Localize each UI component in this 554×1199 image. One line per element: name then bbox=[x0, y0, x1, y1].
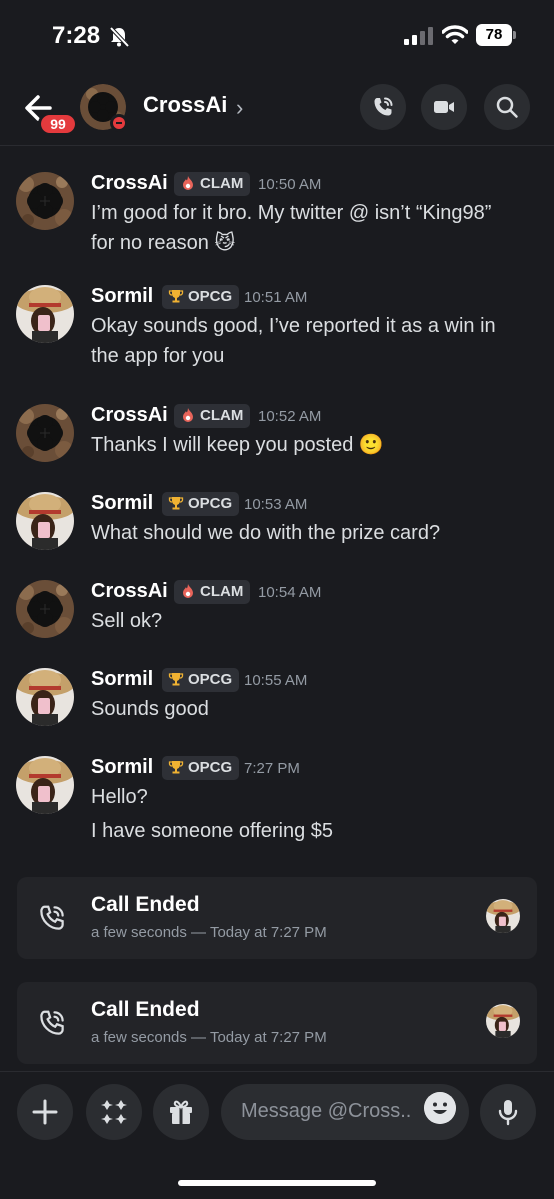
guild-tag-label: OPCG bbox=[188, 495, 233, 512]
author-avatar[interactable] bbox=[16, 404, 74, 462]
author-name[interactable]: Sormil bbox=[91, 668, 153, 691]
phone-call-icon bbox=[40, 905, 64, 930]
message-text: the app for you bbox=[91, 345, 225, 367]
author-avatar[interactable] bbox=[16, 580, 74, 638]
author-name[interactable]: Sormil bbox=[91, 756, 153, 779]
channel-title[interactable]: CrossAi bbox=[143, 92, 227, 118]
microphone-icon bbox=[498, 1100, 518, 1126]
voice-call-button[interactable] bbox=[360, 84, 406, 130]
flame-icon bbox=[183, 176, 193, 190]
message-text: I’m good for it bro. My twitter @ isn’t … bbox=[91, 202, 492, 224]
guild-tag-label: CLAM bbox=[200, 583, 244, 600]
author-name[interactable]: Sormil bbox=[91, 285, 153, 308]
plus-icon bbox=[32, 1099, 58, 1125]
call-title: Call Ended bbox=[91, 998, 200, 1021]
gift-button[interactable] bbox=[153, 1084, 209, 1140]
guild-tag[interactable]: OPCG bbox=[162, 668, 240, 692]
video-icon bbox=[434, 101, 454, 113]
apps-button[interactable] bbox=[86, 1084, 142, 1140]
message-timestamp: 7:27 PM bbox=[244, 760, 300, 777]
author-name[interactable]: CrossAi bbox=[91, 404, 168, 427]
call-ended-card[interactable]: Call Ended a few seconds — Today at 7:27… bbox=[17, 982, 537, 1064]
message-text: Thanks I will keep you posted 🙂 bbox=[91, 434, 384, 456]
search-icon bbox=[496, 96, 518, 118]
participant-avatar bbox=[486, 1004, 520, 1038]
message-text: for no reason 😼 bbox=[91, 232, 236, 254]
flame-icon bbox=[183, 584, 193, 598]
apps-icon bbox=[101, 1100, 127, 1124]
bell-slash-icon bbox=[109, 26, 130, 48]
status-time: 7:28 bbox=[52, 22, 101, 49]
message-input-placeholder: Message @Cross.. bbox=[241, 1100, 412, 1122]
message-list[interactable]: CrossAi CLAM 10:50 AM I’m good for it br… bbox=[0, 147, 554, 1071]
message-timestamp: 10:50 AM bbox=[258, 176, 322, 193]
guild-tag[interactable]: CLAM bbox=[174, 580, 251, 604]
battery-indicator: 78 bbox=[476, 24, 516, 46]
call-title: Call Ended bbox=[91, 893, 200, 916]
battery-tip bbox=[513, 31, 516, 39]
call-subtitle: a few seconds — Today at 7:27 PM bbox=[91, 924, 327, 941]
author-avatar[interactable] bbox=[16, 285, 74, 343]
dnd-status-icon bbox=[110, 114, 128, 132]
wifi-icon bbox=[442, 25, 468, 44]
guild-tag[interactable]: OPCG bbox=[162, 492, 240, 516]
phone-call-icon bbox=[374, 97, 393, 116]
call-ended-card[interactable]: Call Ended a few seconds — Today at 7:27… bbox=[17, 877, 537, 959]
chevron-right-icon[interactable]: › bbox=[236, 95, 243, 121]
message-text: Okay sounds good, I’ve reported it as a … bbox=[91, 315, 496, 337]
trophy-icon bbox=[168, 761, 184, 774]
author-name[interactable]: CrossAi bbox=[91, 172, 168, 195]
author-avatar[interactable] bbox=[16, 492, 74, 550]
message-text: What should we do with the prize card? bbox=[91, 522, 441, 544]
author-avatar[interactable] bbox=[16, 172, 74, 230]
call-subtitle: a few seconds — Today at 7:27 PM bbox=[91, 1029, 327, 1046]
guild-tag-label: OPCG bbox=[188, 288, 233, 305]
message-text: I have someone offering $5 bbox=[91, 820, 334, 842]
gift-icon bbox=[170, 1100, 192, 1124]
status-bar: 7:28 78 bbox=[0, 0, 554, 70]
add-attachment-button[interactable] bbox=[17, 1084, 73, 1140]
home-indicator[interactable] bbox=[178, 1180, 376, 1186]
trophy-icon bbox=[168, 673, 184, 686]
author-name[interactable]: CrossAi bbox=[91, 580, 168, 603]
battery-level: 78 bbox=[476, 24, 512, 46]
guild-tag[interactable]: OPCG bbox=[162, 756, 240, 780]
message-timestamp: 10:53 AM bbox=[244, 496, 308, 513]
author-avatar[interactable] bbox=[16, 668, 74, 726]
guild-tag-label: OPCG bbox=[188, 759, 233, 776]
emoji-icon[interactable] bbox=[424, 1092, 456, 1124]
participant-avatar bbox=[486, 899, 520, 933]
guild-tag-label: OPCG bbox=[188, 671, 233, 688]
guild-tag-label: CLAM bbox=[200, 407, 244, 424]
flame-icon bbox=[183, 408, 193, 422]
message-timestamp: 10:51 AM bbox=[244, 289, 308, 306]
guild-tag[interactable]: CLAM bbox=[174, 172, 251, 196]
video-call-button[interactable] bbox=[421, 84, 467, 130]
message-text: Hello? bbox=[91, 786, 148, 808]
message-timestamp: 10:52 AM bbox=[258, 408, 322, 425]
phone-call-icon bbox=[40, 1010, 64, 1035]
signal-icon bbox=[404, 27, 433, 45]
message-text: Sell ok? bbox=[91, 610, 163, 632]
chat-header: 99 CrossAi › bbox=[0, 70, 554, 146]
message-timestamp: 10:55 AM bbox=[244, 672, 308, 689]
search-button[interactable] bbox=[484, 84, 530, 130]
author-avatar[interactable] bbox=[16, 756, 74, 814]
guild-tag[interactable]: CLAM bbox=[174, 404, 251, 428]
message-text: Sounds good bbox=[91, 698, 209, 720]
guild-tag-label: CLAM bbox=[200, 175, 244, 192]
guild-tag[interactable]: OPCG bbox=[162, 285, 240, 309]
trophy-icon bbox=[168, 290, 184, 303]
author-name[interactable]: Sormil bbox=[91, 492, 153, 515]
message-timestamp: 10:54 AM bbox=[258, 584, 322, 601]
unread-badge: 99 bbox=[38, 112, 78, 136]
voice-message-button[interactable] bbox=[480, 1084, 536, 1140]
trophy-icon bbox=[168, 497, 184, 510]
